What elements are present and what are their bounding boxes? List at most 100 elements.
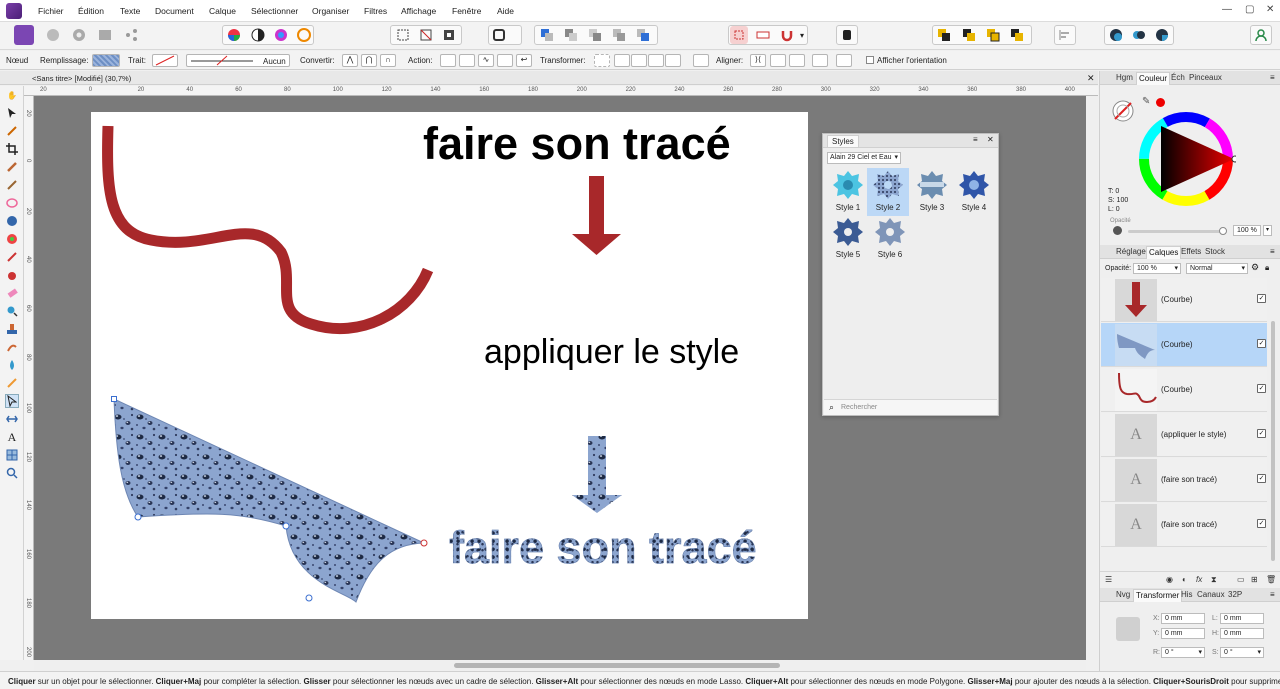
gear-icon[interactable]: ⚙ (1251, 262, 1259, 273)
recolor-icon[interactable] (295, 26, 313, 44)
rotation-field[interactable]: 0 ° ▾ (1161, 647, 1205, 658)
opacity-dropdown[interactable]: ▾ (1263, 225, 1272, 236)
panel-close-icon[interactable]: ✕ (987, 135, 994, 144)
preferences-icon[interactable] (1153, 26, 1171, 44)
layer-row[interactable]: A (faire son tracé) ✓ (1101, 503, 1267, 547)
style-item-4[interactable]: Style 4 (953, 170, 995, 214)
opacity-slider[interactable] (1128, 227, 1227, 235)
paint-mixer-icon[interactable] (5, 268, 19, 282)
invert-selection-icon[interactable] (440, 26, 458, 44)
height-field[interactable]: 0 mm (1220, 628, 1264, 639)
trash-icon[interactable]: 🗑︎ (1266, 575, 1276, 584)
x-field[interactable]: 0 mm (1161, 613, 1205, 624)
width-field[interactable]: 0 mm (1220, 613, 1264, 624)
fill-stroke-swatch[interactable] (1111, 99, 1135, 123)
close-tab-icon[interactable]: ✕ (1087, 73, 1095, 84)
ellipse-tool-icon[interactable] (5, 196, 19, 210)
tab-canaux[interactable]: Canaux (1197, 590, 1225, 599)
blend-mode-select[interactable]: Normal ▾ (1186, 263, 1248, 274)
stroke-width-field[interactable]: Aucun (186, 54, 290, 67)
color-wheel[interactable] (1136, 109, 1236, 209)
convert-smart-button[interactable]: ∩ (380, 54, 396, 67)
hue-icon[interactable] (272, 26, 290, 44)
transparency-tool-icon[interactable] (5, 412, 19, 426)
close-window-icon[interactable]: ✕ (1266, 4, 1274, 15)
menu-texte[interactable]: Texte (120, 6, 140, 16)
persona-designer-icon[interactable] (14, 25, 34, 45)
styles-search-bar[interactable]: ⌕ Rechercher (824, 399, 997, 415)
action-join-button[interactable] (497, 54, 513, 67)
transform-skew-button[interactable] (648, 54, 664, 67)
move-tool-icon[interactable] (5, 106, 19, 120)
menu-affichage[interactable]: Affichage (401, 6, 436, 16)
layer-visibility-checkbox[interactable]: ✓ (1257, 429, 1266, 438)
brush-tool-icon[interactable] (5, 160, 19, 174)
tab-transformer[interactable]: Transformer (1133, 589, 1183, 602)
style-category-select[interactable]: Alain 29 Ciel et Eau ▾ (827, 152, 901, 164)
gradient-tool-icon[interactable] (5, 232, 19, 246)
action-reverse-button[interactable]: ↩ (516, 54, 532, 67)
vertical-scrollbar[interactable] (1086, 96, 1098, 660)
fx-icon[interactable]: fx (1196, 575, 1202, 584)
crop-tool-icon[interactable] (5, 142, 19, 156)
layer-opacity-field[interactable]: 100 % ▾ (1133, 263, 1181, 274)
layer-row[interactable]: A (appliquer le style) ✓ (1101, 413, 1267, 457)
current-color-dot[interactable] (1156, 98, 1165, 107)
layer-row[interactable]: A (faire son tracé) ✓ (1101, 458, 1267, 502)
title-text[interactable]: faire son tracé (423, 118, 731, 170)
hand-tool-icon[interactable]: ✋ (5, 88, 19, 102)
pencil-tool-icon[interactable] (5, 250, 19, 264)
blur-tool-icon[interactable] (5, 358, 19, 372)
hourglass-icon[interactable]: ⧗ (1211, 575, 1217, 585)
node-tool-icon[interactable] (5, 394, 19, 408)
persona-pixel-icon[interactable] (44, 26, 62, 44)
middle-text[interactable]: appliquer le style (484, 332, 739, 372)
menu-edition[interactable]: Édition (78, 6, 104, 16)
align-right-button[interactable] (836, 54, 852, 67)
snap-option-icon[interactable] (754, 26, 772, 44)
layer-visibility-checkbox[interactable]: ✓ (1257, 384, 1266, 393)
menu-calque[interactable]: Calque (209, 6, 236, 16)
align-nodes-button[interactable]: ⟩⟨ (750, 54, 766, 67)
action-break-button[interactable] (440, 54, 456, 67)
y-field[interactable]: 0 mm (1161, 628, 1205, 639)
document-page[interactable]: faire son tracé appliquer le style faire… (91, 112, 808, 619)
bool-subtract-icon[interactable] (960, 26, 978, 44)
menu-fenetre[interactable]: Fenêtre (452, 6, 481, 16)
folder-icon[interactable]: ▭ (1237, 575, 1245, 584)
menu-organiser[interactable]: Organiser (312, 6, 349, 16)
style-item-3[interactable]: Style 3 (911, 170, 953, 214)
toggle-ui-icon[interactable] (1130, 26, 1148, 44)
color-picker-icon[interactable] (5, 124, 19, 138)
bitmap-icon[interactable] (96, 26, 114, 44)
move-front-icon[interactable] (610, 26, 628, 44)
clip-icon[interactable] (838, 26, 856, 44)
move-to-back-icon[interactable] (538, 26, 556, 44)
tab-nvg[interactable]: Nvg (1116, 590, 1130, 599)
maximize-icon[interactable]: ▢ (1245, 4, 1254, 15)
anchor-selector[interactable] (1116, 617, 1140, 641)
action-smooth-button[interactable]: ∿ (478, 54, 494, 67)
share-icon[interactable] (122, 26, 140, 44)
convert-smooth-button[interactable]: ⋂ (361, 54, 377, 67)
snapping-icon[interactable] (730, 26, 748, 44)
stamp-tool-icon[interactable] (5, 322, 19, 336)
menu-selectionner[interactable]: Sélectionner (251, 6, 298, 16)
layer-visibility-checkbox[interactable]: ✓ (1257, 474, 1266, 483)
tab-32p[interactable]: 32P (1228, 590, 1242, 599)
tab-ech[interactable]: Éch (1171, 73, 1185, 82)
contrast-icon[interactable] (249, 26, 267, 44)
magnet-icon[interactable] (778, 26, 796, 44)
style-item-5[interactable]: Style 5 (827, 217, 869, 261)
opacity-field[interactable]: 100 % (1233, 225, 1261, 236)
stroke-swatch[interactable] (152, 54, 178, 67)
quick-mask-icon[interactable] (490, 26, 508, 44)
document-tab[interactable]: <Sans titre> [Modifié] (30,7%) (32, 74, 131, 83)
fill-swatch[interactable] (92, 54, 120, 67)
layers-scrollbar[interactable] (1271, 321, 1275, 561)
transform-center-button[interactable] (693, 54, 709, 67)
eyedropper-icon[interactable]: ✎ (1142, 96, 1150, 107)
dropdown-caret-icon[interactable]: ▾ (798, 26, 806, 44)
transform-rotate-button[interactable] (614, 54, 630, 67)
layers-stack-icon[interactable]: ☰ (1105, 575, 1112, 584)
